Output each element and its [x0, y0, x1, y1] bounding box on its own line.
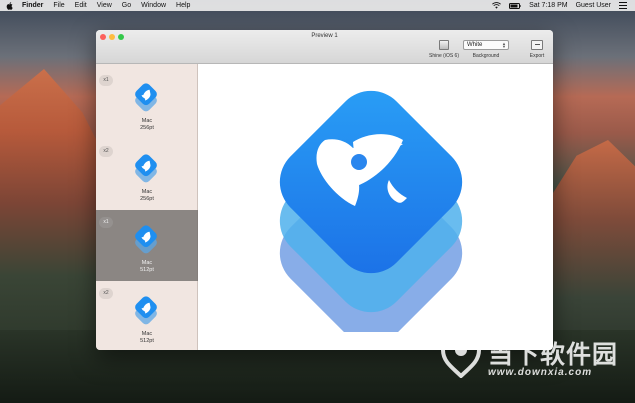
menu-file[interactable]: File: [53, 2, 64, 9]
menubar-clock[interactable]: Sat 7:18 PM: [529, 2, 568, 9]
rocket-icon: [135, 296, 157, 325]
battery-icon[interactable]: [509, 2, 521, 9]
shine-toggle[interactable]: Shine (iOS 6): [424, 40, 464, 59]
thumbnail-item-selected[interactable]: x1 Mac 512pt: [96, 210, 198, 281]
rocket-app-icon: [279, 90, 463, 332]
thumbnail-size: 256pt: [140, 125, 154, 131]
watermark-url: www.downxia.com: [488, 367, 593, 378]
thumbnail-item[interactable]: x2 Mac 512pt: [96, 281, 198, 350]
sidebar-thumbnails: x1 Mac 256pt x2 Mac 256pt x1 Mac 512pt x…: [96, 64, 198, 350]
rocket-icon: [135, 83, 157, 112]
menu-app-finder[interactable]: Finder: [22, 2, 43, 9]
thumbnail-name: Mac: [141, 331, 153, 337]
menu-edit[interactable]: Edit: [75, 2, 87, 9]
shine-label: Shine (iOS 6): [428, 53, 459, 59]
scale-badge: x1: [99, 75, 113, 86]
menu-view[interactable]: View: [97, 2, 112, 9]
thumbnail-name: Mac: [141, 118, 153, 124]
menu-go[interactable]: Go: [122, 2, 131, 9]
export-label: Export: [529, 53, 545, 59]
downxia-logo-icon: [440, 330, 482, 378]
background-value: White: [467, 42, 483, 48]
menu-bar: Finder File Edit View Go Window Help Sat…: [0, 0, 635, 11]
background-control: White ▲ ▼ Background: [462, 40, 510, 59]
thumbnail-name: Mac: [141, 260, 153, 266]
scale-badge: x2: [99, 146, 113, 157]
scale-badge: x2: [99, 288, 113, 299]
rocket-icon: [135, 225, 157, 254]
thumbnail-item[interactable]: x1 Mac 256pt: [96, 68, 198, 139]
thumbnail-name: Mac: [141, 189, 153, 195]
watermark-text: 当下软件园: [488, 341, 619, 369]
preview-canvas: [199, 64, 553, 350]
thumbnail-size: 512pt: [140, 338, 154, 344]
wifi-icon[interactable]: [492, 2, 501, 9]
window-title: Preview 1: [311, 33, 338, 39]
thumbnail-item[interactable]: x2 Mac 256pt: [96, 139, 198, 210]
preview-window: Preview 1 Shine (iOS 6) White ▲ ▼ Backgro…: [96, 30, 553, 350]
background-select[interactable]: White ▲ ▼: [463, 40, 509, 50]
list-icon[interactable]: [619, 2, 627, 9]
background-label: Background: [472, 53, 500, 59]
rocket-icon: [135, 154, 157, 183]
thumbnail-size: 512pt: [140, 267, 154, 273]
menu-help[interactable]: Help: [176, 2, 190, 9]
shine-icon: [439, 40, 449, 50]
menubar-user[interactable]: Guest User: [576, 2, 611, 9]
export-icon: [531, 40, 543, 50]
site-watermark: 当下软件园 www.downxia.com: [440, 326, 630, 386]
chevron-updown-icon: ▲ ▼: [502, 41, 506, 49]
apple-icon[interactable]: [6, 1, 14, 10]
thumbnail-size: 256pt: [140, 196, 154, 202]
scale-badge: x1: [99, 217, 113, 228]
export-button[interactable]: Export: [524, 40, 550, 59]
menu-window[interactable]: Window: [141, 2, 166, 9]
window-titlebar[interactable]: Preview 1 Shine (iOS 6) White ▲ ▼ Backgro…: [96, 30, 553, 64]
